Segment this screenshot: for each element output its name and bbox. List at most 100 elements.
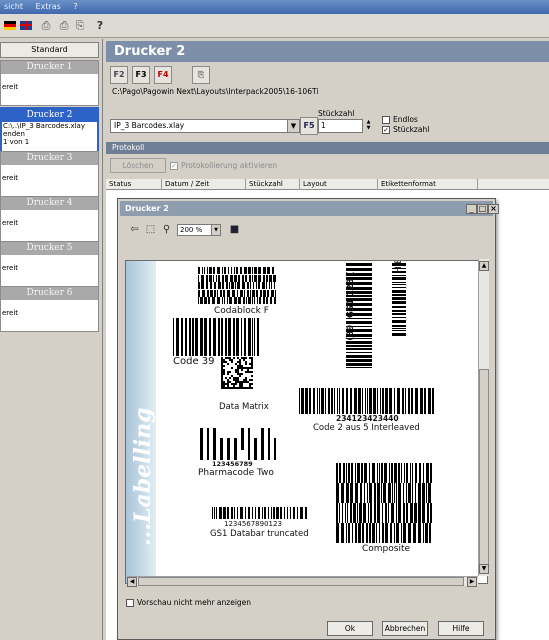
f3-button[interactable]: F3 [132, 66, 150, 84]
close-icon[interactable]: × [488, 204, 499, 214]
zoom-value: 200 % [180, 226, 203, 234]
scroll-thumb-horizontal[interactable] [138, 577, 464, 586]
zoom-100-icon[interactable]: ⚲ [160, 224, 173, 236]
dialog-title-text: Drucker 2 [125, 204, 169, 213]
label-preview[interactable]: ...Labelling Codablock F Code 39 Data Ma… [125, 260, 488, 584]
menu-bar: sicht Extras ? [0, 0, 549, 14]
flag-uk-icon[interactable] [18, 18, 34, 34]
print-all-icon[interactable]: ⎙ [56, 18, 72, 34]
protokoll-checkbox[interactable]: ✓ Protokollierung aktivieren [170, 161, 277, 170]
cancel-button[interactable]: Abbrechen [382, 621, 428, 636]
help-button[interactable]: Hilfe [438, 621, 484, 636]
checkbox-box[interactable] [126, 599, 134, 607]
scroll-down-icon[interactable]: ▼ [479, 564, 489, 574]
no-preview-label: Vorschau nicht mehr anzeigen [137, 598, 252, 607]
printer-card-status: ereit [2, 309, 19, 317]
printer-card-2[interactable]: Drucker 2 C:\..\IP_3 Barcodes.xlay enden… [0, 107, 99, 153]
printer-card-status: ereit [2, 219, 19, 227]
column-header-layout[interactable]: Layout [300, 179, 378, 190]
maximize-icon[interactable]: □ [477, 204, 488, 214]
printer-settings-icon[interactable]: ⎘ [72, 18, 88, 34]
endlos-checkbox[interactable]: Endlos [382, 115, 418, 124]
checkbox-box[interactable] [382, 116, 390, 124]
menu-item-help[interactable]: ? [73, 2, 77, 11]
scroll-left-icon[interactable]: ◀ [127, 577, 137, 587]
printer-icon[interactable]: ⎙ [38, 18, 54, 34]
printer-card-status: ereit [2, 264, 19, 272]
stueckzahl-checkbox[interactable]: ✓ Stückzahl [382, 125, 429, 134]
code39-barcode [173, 318, 261, 356]
printer-card-title: Drucker 5 [1, 242, 98, 255]
zoom-page-icon[interactable]: ⬚ [144, 224, 157, 236]
databar-barcode [212, 507, 307, 519]
menu-item-extras[interactable]: Extras [36, 2, 61, 11]
composite-barcode [336, 463, 432, 543]
chevron-down-icon[interactable]: ▼ [287, 120, 299, 132]
column-header-datetime[interactable]: Datum / Zeit [162, 179, 246, 190]
column-header-count[interactable]: Stückzahl [246, 179, 300, 190]
printer-card-progress: 1 von 1 [3, 138, 30, 146]
navigate-icon[interactable]: ⇦ [128, 224, 141, 236]
printer-card-status: ereit [2, 83, 19, 91]
column-header-status[interactable]: Status [106, 179, 162, 190]
standard-button[interactable]: Standard [0, 42, 99, 58]
toolbar: ⎙ ⎙ ⎘ ? [0, 14, 549, 38]
scroll-thumb-vertical[interactable] [479, 369, 489, 574]
checkbox-box[interactable]: ✓ [382, 126, 390, 134]
minimize-icon[interactable]: _ [466, 204, 477, 214]
protokoll-header: Protokoll [106, 142, 549, 154]
flag-de-icon[interactable] [2, 18, 18, 34]
copy-icon[interactable]: ⎘ [192, 66, 210, 84]
menu-item-view[interactable]: sicht [4, 2, 23, 11]
pharmacode-label: Pharmacode Two [198, 468, 274, 478]
preview-vertical-scrollbar[interactable]: ▲ ▼ [478, 259, 489, 576]
chevron-down-icon[interactable]: ▼ [211, 225, 220, 235]
itf-label: Code 2 aus 5 Interleaved [313, 423, 420, 433]
f5-button[interactable]: F5 [300, 117, 318, 135]
f2-button[interactable]: F2 [110, 66, 128, 84]
pharmacode-number: 123456789 [212, 460, 253, 468]
ok-button[interactable]: Ok [327, 621, 373, 636]
code39-label: Code 39 [173, 356, 215, 367]
layout-select[interactable]: IP_3 Barcodes.xlay ▼ [110, 119, 300, 133]
help-icon[interactable]: ? [92, 18, 108, 34]
printer-card-5[interactable]: Drucker 5 ereit [0, 241, 99, 287]
itf-barcode [299, 388, 435, 414]
preview-side-text: ...Labelling [130, 407, 156, 546]
f4-button[interactable]: F4 [154, 66, 172, 84]
endlos-label: Endlos [393, 115, 418, 124]
stueckzahl-label: Stückzahl [318, 109, 355, 118]
printer-list: Standard Drucker 1 ereit Drucker 2 C:\..… [0, 39, 103, 640]
datamatrix-barcode [221, 357, 253, 389]
printer-card-title: Drucker 3 [1, 152, 98, 165]
printer-card-status: enden [3, 130, 25, 138]
protokoll-cb-label: Protokollierung aktivieren [181, 161, 278, 170]
databar-label: GS1 Databar truncated [210, 529, 309, 539]
databar-number: 1234567890123 [224, 520, 282, 528]
checkbox-box[interactable]: ✓ [170, 162, 178, 170]
composite-label: Composite [362, 544, 411, 554]
no-preview-checkbox[interactable]: Vorschau nicht mehr anzeigen [126, 598, 251, 607]
printer-card-3[interactable]: Drucker 3 ereit [0, 151, 99, 197]
hibc-text: HIBC [394, 260, 404, 273]
printer-card-status: ereit [2, 174, 19, 182]
printer-card-file: C:\..\IP_3 Barcodes.xlay [3, 122, 85, 130]
gs1-128-text: (89) GS1 128 ( [346, 271, 356, 341]
preview-horizontal-scrollbar[interactable]: ◀ ▶ [127, 576, 478, 587]
datamatrix-label: Data Matrix [219, 402, 269, 412]
printer-card-1[interactable]: Drucker 1 ereit [0, 60, 99, 106]
printer-card-4[interactable]: Drucker 4 ereit [0, 196, 99, 242]
column-header-labelformat[interactable]: Etikettenformat [378, 179, 478, 190]
scroll-up-icon[interactable]: ▲ [479, 261, 489, 271]
pharmacode-barcode [200, 428, 280, 460]
save-icon[interactable]: ■ [228, 224, 241, 236]
printer-card-title: Drucker 6 [1, 287, 98, 300]
zoom-select[interactable]: 200 % ▼ [177, 224, 221, 236]
loeschen-button[interactable]: Löschen [110, 158, 166, 173]
layout-select-value: IP_3 Barcodes.xlay [114, 121, 185, 130]
printer-card-title: Drucker 1 [1, 61, 98, 74]
scroll-right-icon[interactable]: ▶ [467, 577, 477, 587]
stueckzahl-spinner[interactable]: ▲ ▼ [362, 119, 374, 133]
printer-card-6[interactable]: Drucker 6 ereit [0, 286, 99, 332]
printer-card-title: Drucker 4 [1, 197, 98, 210]
